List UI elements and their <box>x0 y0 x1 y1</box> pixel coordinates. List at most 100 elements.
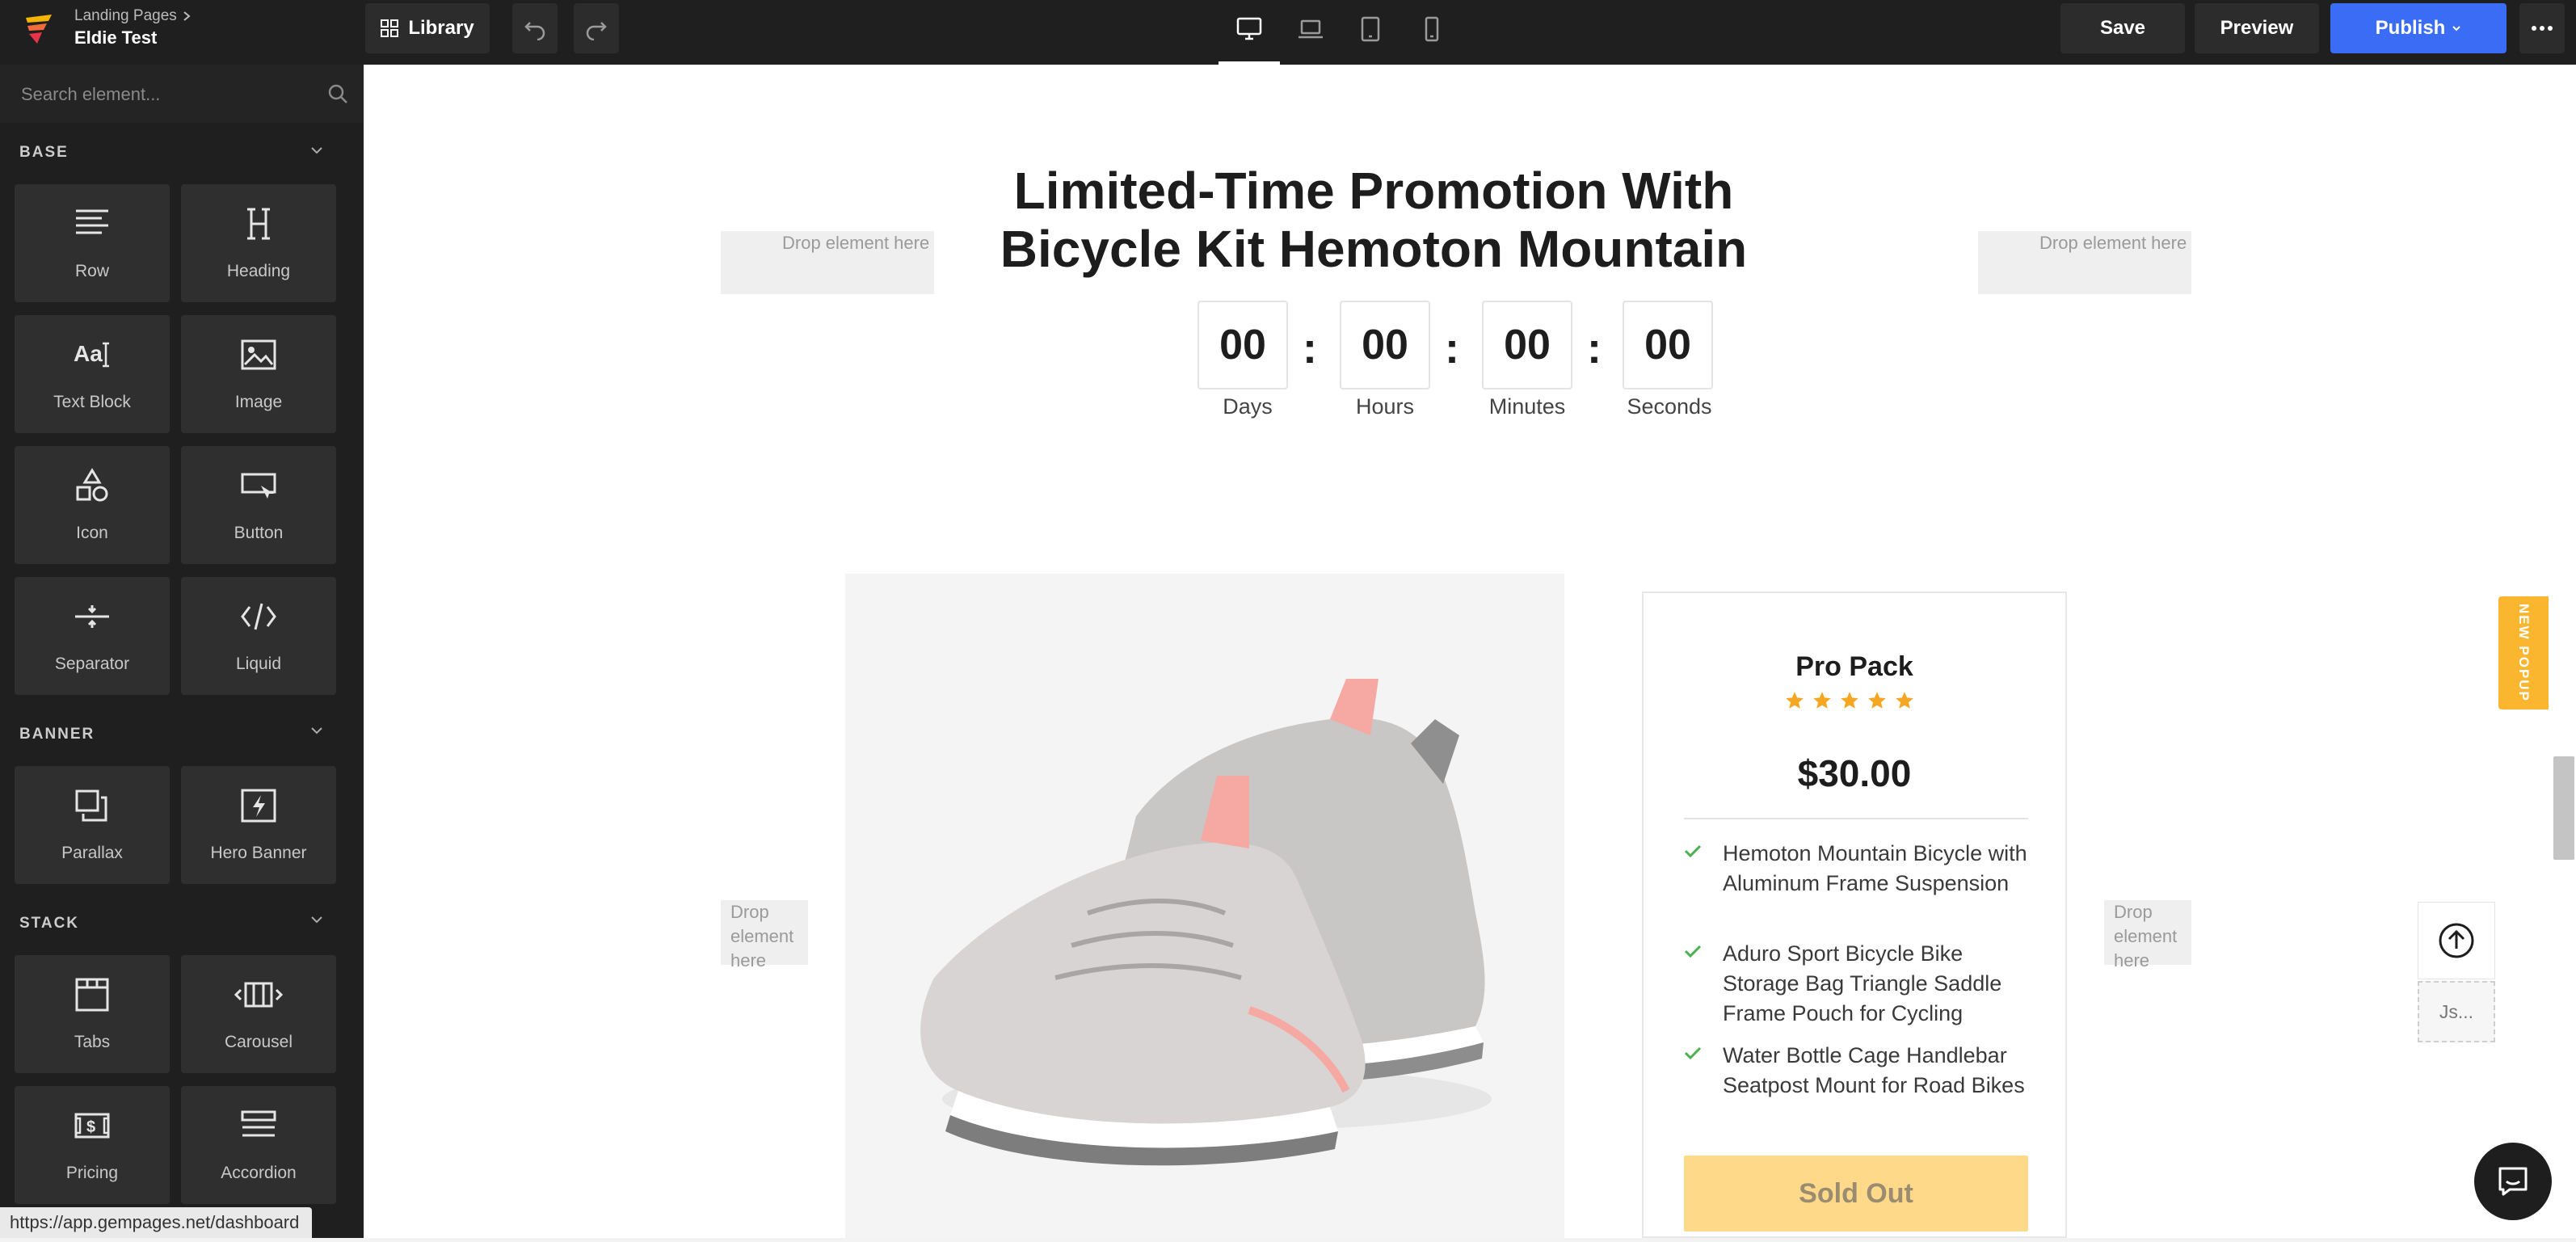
element-label: Pricing <box>65 1164 119 1182</box>
element-label: Button <box>234 524 284 542</box>
svg-text:Aa: Aa <box>74 341 103 366</box>
divider <box>1684 818 2028 819</box>
desktop-view-button[interactable] <box>1227 10 1272 48</box>
star-icon <box>1841 692 1858 709</box>
element-liquid[interactable]: Liquid <box>181 577 336 695</box>
undo-button[interactable] <box>512 3 558 53</box>
element-text-block[interactable]: Aa Text Block <box>15 315 170 433</box>
sold-out-button[interactable]: Sold Out <box>1684 1156 2028 1231</box>
element-label: Heading <box>226 262 291 280</box>
element-accordion[interactable]: Accordion <box>181 1086 336 1204</box>
feature-item: Aduro Sport Bicycle Bike Storage Bag Tri… <box>1684 939 2031 1029</box>
mobile-view-button[interactable] <box>1409 10 1454 48</box>
element-image[interactable]: Image <box>181 315 336 433</box>
element-carousel[interactable]: Carousel <box>181 955 336 1073</box>
countdown-label: Days <box>1223 394 1273 419</box>
tablet-view-button[interactable] <box>1348 10 1393 48</box>
tabs-icon <box>75 978 109 1012</box>
scrollbar-thumb[interactable] <box>2553 756 2574 860</box>
countdown-separator: : <box>1445 324 1459 373</box>
element-row[interactable]: Row <box>15 184 170 302</box>
publish-label: Publish <box>2375 17 2446 39</box>
countdown-minutes: 00 <box>1482 301 1572 389</box>
element-label: Parallax <box>61 844 123 862</box>
element-separator[interactable]: Separator <box>15 577 170 695</box>
hero-banner-icon <box>241 789 276 823</box>
publish-button[interactable]: Publish <box>2330 3 2507 53</box>
drop-zone[interactable]: Drop element here <box>721 231 934 294</box>
element-button[interactable]: Button <box>181 446 336 564</box>
grid-icon <box>381 19 399 37</box>
element-label: Icon <box>76 524 108 542</box>
star-rating <box>1784 690 1915 711</box>
star-icon <box>1786 692 1804 709</box>
check-icon <box>1684 1046 1702 1060</box>
countdown-label: Minutes <box>1488 394 1566 419</box>
element-sidebar: BASE Row Heading Aa Text Block Image Ico… <box>0 65 364 1238</box>
countdown-label: Seconds <box>1627 394 1712 419</box>
new-popup-tab[interactable]: NEW POPUP <box>2498 596 2549 709</box>
more-horizontal-icon <box>2532 26 2553 31</box>
chevron-down-icon[interactable] <box>309 142 325 158</box>
scroll-to-top-button[interactable] <box>2418 902 2495 979</box>
element-tabs[interactable]: Tabs <box>15 955 170 1073</box>
element-parallax[interactable]: Parallax <box>15 766 170 884</box>
preview-button[interactable]: Preview <box>2195 3 2319 53</box>
carousel-icon <box>234 982 283 1008</box>
element-label: Carousel <box>224 1033 293 1051</box>
drop-zone[interactable]: Drop element here <box>1978 231 2191 294</box>
chevron-down-icon[interactable] <box>309 722 325 739</box>
promo-heading[interactable]: Limited-Time Promotion With Bicycle Kit … <box>937 162 1810 278</box>
element-pricing[interactable]: $ Pricing <box>15 1086 170 1204</box>
gempages-logo-icon[interactable] <box>21 11 57 47</box>
product-title: Pro Pack <box>1795 651 1913 682</box>
undo-icon <box>524 22 545 40</box>
countdown-label: Hours <box>1355 394 1415 419</box>
element-icon[interactable]: Icon <box>15 446 170 564</box>
feature-item: Water Bottle Cage Handlebar Seatpost Mou… <box>1684 1041 2031 1101</box>
image-icon <box>241 339 276 370</box>
element-label: Image <box>234 393 283 411</box>
breadcrumb-parent[interactable]: Landing Pages <box>74 6 177 26</box>
element-label: Accordion <box>221 1164 297 1182</box>
product-image[interactable] <box>845 574 1564 1238</box>
element-heading[interactable]: Heading <box>181 184 336 302</box>
more-options-button[interactable] <box>2519 3 2565 53</box>
check-icon <box>1684 945 1702 958</box>
element-label: Text Block <box>53 393 131 411</box>
section-title-stack[interactable]: STACK <box>19 915 79 933</box>
accordion-icon <box>241 1110 276 1137</box>
library-button[interactable]: Library <box>365 3 490 53</box>
chat-icon <box>2498 1167 2528 1196</box>
search-icon[interactable] <box>326 82 349 105</box>
tablet-icon <box>1361 16 1380 42</box>
chevron-down-icon[interactable] <box>309 912 325 928</box>
text-block-icon: Aa <box>74 341 109 368</box>
sneaker-image <box>920 679 1492 1166</box>
heading-icon <box>247 208 270 240</box>
section-title-banner[interactable]: BANNER <box>19 726 95 743</box>
laptop-view-button[interactable] <box>1288 10 1333 48</box>
feature-item: Hemoton Mountain Bicycle with Aluminum F… <box>1684 839 2031 899</box>
pricing-card: Pro Pack $30.00 Hemoton Mountain Bicycle… <box>1642 592 2067 1238</box>
breadcrumb[interactable]: Landing Pages Eldie Test <box>74 6 192 50</box>
js-button[interactable]: Js... <box>2418 981 2495 1042</box>
star-icon <box>1896 692 1913 709</box>
product-price: $30.00 <box>1797 752 1912 794</box>
separator-icon <box>75 605 109 628</box>
element-hero-banner[interactable]: Hero Banner <box>181 766 336 884</box>
drop-zone[interactable]: Drop element here <box>2104 900 2191 970</box>
chat-button[interactable] <box>2474 1143 2552 1220</box>
svg-text:$: $ <box>86 1118 95 1136</box>
star-icon <box>1813 692 1831 709</box>
redo-button[interactable] <box>574 3 619 53</box>
redo-icon <box>586 22 607 40</box>
button-icon <box>241 473 276 499</box>
section-title-base[interactable]: BASE <box>19 144 69 162</box>
search-input[interactable] <box>19 79 322 110</box>
code-icon <box>241 603 276 630</box>
save-button[interactable]: Save <box>2060 3 2185 53</box>
element-label: Row <box>74 262 109 280</box>
mobile-icon <box>1425 16 1439 42</box>
drop-zone[interactable]: Drop element here <box>721 900 808 970</box>
